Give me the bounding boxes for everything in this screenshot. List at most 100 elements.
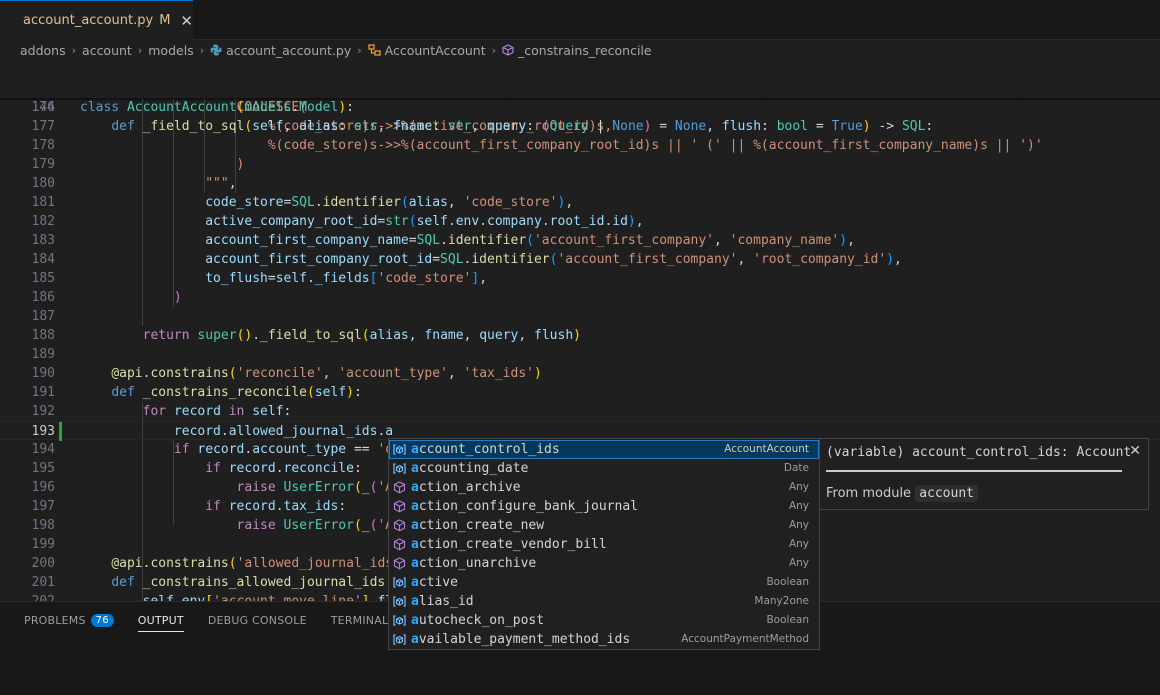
code-line[interactable]: 186 )	[0, 288, 1160, 307]
breadcrumb-item-file[interactable]: account_account.py	[226, 43, 351, 58]
details-from-module-label: From module	[826, 486, 912, 501]
chevron-right-icon: ›	[357, 43, 362, 57]
chevron-right-icon: ›	[137, 43, 143, 57]
python-file-icon	[210, 44, 222, 56]
editor-tab[interactable]: account_account.py M ✕	[0, 0, 193, 40]
tab-problems-label: PROBLEMS	[24, 613, 86, 627]
method-icon	[393, 500, 406, 513]
tab-output[interactable]: OUTPUT	[137, 602, 184, 638]
details-divider	[826, 470, 1122, 472]
suggestion-label: action_unarchive	[411, 556, 537, 571]
details-signature: (variable) account_control_ids: Account	[826, 445, 1132, 460]
code-line[interactable]: 192 for record in self:	[0, 402, 1160, 421]
tab-debug-console[interactable]: DEBUG CONSOLE	[208, 602, 307, 638]
sticky-line[interactable]: 144 def _field_to_sql(self, alias: str, …	[0, 79, 1160, 134]
tab-problems[interactable]: PROBLEMS 76	[24, 602, 114, 638]
suggestion-label: accounting_date	[411, 461, 529, 476]
suggestion-details: (variable) account_control_ids: Account …	[819, 438, 1149, 510]
method-icon	[393, 557, 406, 570]
suggestion-type: Any	[788, 500, 809, 512]
git-added-marker	[59, 422, 62, 441]
breadcrumb-item-class[interactable]: AccountAccount	[385, 43, 486, 58]
suggestion-item[interactable]: action_create_vendor_bill Any	[389, 535, 819, 554]
suggestion-item[interactable]: action_create_new Any	[389, 516, 819, 535]
suggestion-label: available_payment_method_ids	[411, 632, 631, 647]
sticky-line[interactable]: 19 class AccountAccount(models.Model):	[0, 60, 1160, 115]
suggestion-type: Date	[783, 462, 809, 474]
code-line[interactable]: 180 """,	[0, 174, 1160, 193]
suggestion-label: alias_id	[411, 594, 474, 609]
tab-title: account_account.py	[23, 13, 154, 28]
problems-count-badge: 76	[90, 613, 114, 627]
suggestion-type: AccountAccount	[724, 443, 809, 455]
code-line[interactable]: 190 @api.constrains('reconcile', 'accoun…	[0, 364, 1160, 383]
suggestion-label: action_configure_bank_journal	[411, 499, 638, 514]
tab-terminal[interactable]: TERMINAL	[331, 602, 389, 638]
suggestion-type: AccountPaymentMethod	[681, 633, 809, 645]
code-line[interactable]: 184 account_first_company_root_id=SQL.id…	[0, 250, 1160, 269]
code-line[interactable]: 188 return super()._field_to_sql(alias, …	[0, 326, 1160, 345]
breadcrumb-item-models[interactable]: models	[148, 43, 193, 58]
code-line[interactable]: 189	[0, 345, 1160, 364]
tab-output-label: OUTPUT	[137, 613, 184, 627]
variable-icon	[393, 576, 406, 589]
suggestion-item[interactable]: alias_id Many2one	[389, 592, 819, 611]
breadcrumb-item-method[interactable]: _constrains_reconcile	[518, 43, 652, 58]
suggestion-label: active	[411, 575, 458, 590]
suggestion-item[interactable]: accounting_date Date	[389, 459, 819, 478]
details-module: account	[915, 485, 978, 502]
variable-icon	[393, 633, 406, 646]
suggestion-label: action_create_vendor_bill	[411, 537, 607, 552]
variable-icon	[393, 614, 406, 627]
tab-bar: account_account.py M ✕	[0, 0, 1160, 40]
suggestion-item[interactable]: active Boolean	[389, 573, 819, 592]
details-doc: From module account	[826, 485, 978, 502]
method-icon	[393, 519, 406, 532]
code-line[interactable]: 179 )	[0, 155, 1160, 174]
close-icon[interactable]: ✕	[180, 12, 193, 30]
tab-debug-console-label: DEBUG CONSOLE	[207, 613, 307, 627]
code-line[interactable]: 187	[0, 307, 1160, 326]
code-line[interactable]: 185 to_flush=self._fields['code_store'],	[0, 269, 1160, 288]
suggestion-item[interactable]: action_configure_bank_journal Any	[389, 497, 819, 516]
code-line[interactable]: 178 %(code_store)s->>%(account_first_com…	[0, 136, 1160, 155]
suggestion-label: action_create_new	[411, 518, 545, 533]
breadcrumb: addons › account › models › account_acco…	[0, 40, 1160, 60]
code-line[interactable]: 183 account_first_company_name=SQL.ident…	[0, 231, 1160, 250]
variable-icon	[393, 462, 406, 475]
suggestion-type: Any	[788, 538, 809, 550]
variable-icon	[393, 595, 406, 608]
suggestion-item[interactable]: available_payment_method_ids AccountPayme…	[389, 630, 819, 649]
suggestion-label: action_archive	[411, 480, 521, 495]
class-icon	[368, 44, 381, 56]
panel-tabs: PROBLEMS 76 OUTPUT DEBUG CONSOLE TERMINA…	[0, 602, 452, 638]
chevron-right-icon: ›	[199, 43, 205, 57]
suggestion-type: Any	[788, 481, 809, 493]
code-line[interactable]: 191 def _constrains_reconcile(self):	[0, 383, 1160, 402]
close-icon[interactable]: ✕	[1129, 443, 1141, 459]
breadcrumb-item-addons[interactable]: addons	[20, 43, 66, 58]
code-line[interactable]: 182 active_company_root_id=str(self.env.…	[0, 212, 1160, 231]
suggestion-item[interactable]: action_archive Any	[389, 478, 819, 497]
method-icon	[393, 481, 406, 494]
suggestion-item[interactable]: autocheck_on_post Boolean	[389, 611, 819, 630]
method-icon	[502, 44, 514, 56]
tab-terminal-label: TERMINAL	[330, 613, 389, 627]
method-icon	[393, 538, 406, 551]
suggestion-type: Boolean	[766, 576, 809, 588]
autocomplete-list[interactable]: account_control_ids AccountAccount account…	[388, 438, 820, 650]
code-line[interactable]: 181 code_store=SQL.identifier(alias, 'co…	[0, 193, 1160, 212]
modified-indicator: M	[159, 13, 171, 28]
suggestion-type: Any	[788, 519, 809, 531]
suggestion-item[interactable]: action_unarchive Any	[389, 554, 819, 573]
suggestion-type: Many2one	[754, 595, 809, 607]
suggestion-type: Boolean	[766, 614, 809, 626]
suggestion-item[interactable]: account_control_ids AccountAccount	[389, 440, 819, 459]
variable-icon	[393, 443, 406, 456]
suggestion-label: autocheck_on_post	[411, 613, 545, 628]
chevron-right-icon: ›	[491, 43, 497, 57]
chevron-right-icon: ›	[71, 43, 77, 57]
suggestion-label: account_control_ids	[411, 442, 560, 457]
suggestion-type: Any	[788, 557, 809, 569]
breadcrumb-item-account[interactable]: account	[82, 43, 132, 58]
